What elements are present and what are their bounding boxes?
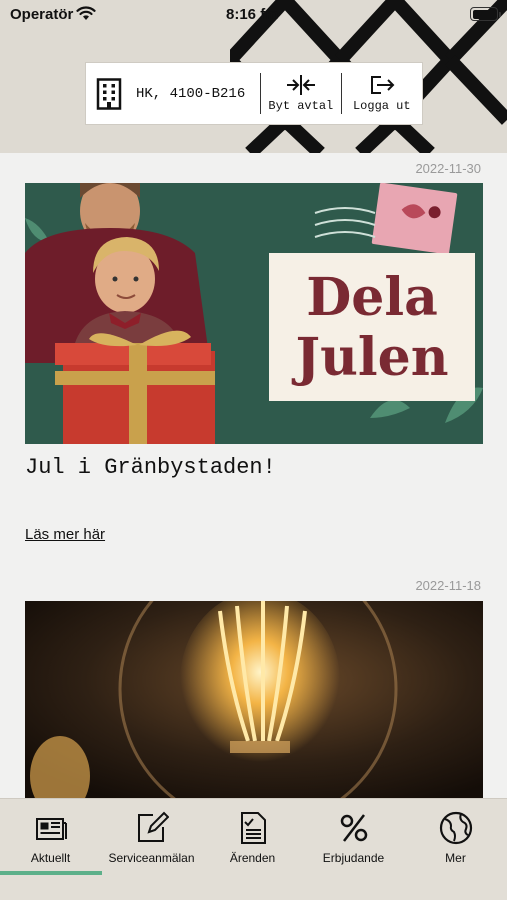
post-image[interactable]: Dela Julen	[25, 183, 483, 444]
post-image[interactable]	[25, 601, 483, 798]
tab-label: Ärenden	[229, 851, 276, 865]
tab-erbjudande[interactable]: Erbjudande	[303, 811, 404, 865]
switch-contract-button[interactable]: Byt avtal	[261, 73, 342, 114]
building-icon	[96, 77, 122, 110]
tab-serviceanmalan[interactable]: Serviceanmälan	[101, 811, 202, 865]
merge-arrows-icon	[286, 75, 315, 95]
tab-label: Aktuellt	[30, 851, 71, 865]
wifi-icon	[76, 6, 96, 20]
post-date: 2022-11-30	[415, 161, 481, 176]
account-card: HK, 4100-B216 Byt avtal Logga ut	[85, 62, 423, 125]
christmas-campaign-image: Dela Julen	[25, 183, 483, 444]
tab-aktuellt[interactable]: Aktuellt	[0, 811, 101, 865]
edit-icon	[137, 811, 169, 842]
account-info: HK, 4100-B216	[86, 73, 262, 114]
news-feed[interactable]: 2022-11-30 Dela Julen Jul i Gränbystaden…	[0, 153, 507, 798]
newspaper-icon	[35, 818, 67, 840]
carrier-label: Operatör	[10, 6, 74, 23]
contract-id: HK, 4100-B216	[136, 85, 246, 102]
tab-mer[interactable]: Mer	[405, 811, 506, 865]
switch-contract-label: Byt avtal	[268, 99, 334, 113]
read-more-link[interactable]: Läs mer här	[25, 526, 105, 543]
globe-icon	[439, 811, 472, 845]
logout-icon	[370, 76, 395, 94]
logout-label: Logga ut	[352, 99, 411, 113]
logout-button[interactable]: Logga ut	[342, 73, 422, 114]
image-text-line2: Julen	[291, 327, 448, 388]
post-date: 2022-11-18	[415, 578, 481, 593]
document-icon	[240, 812, 266, 844]
tab-label: Erbjudande	[322, 851, 385, 865]
tab-arenden[interactable]: Ärenden	[202, 811, 303, 865]
light-bulb-image	[25, 601, 483, 798]
tab-bar: Aktuellt Serviceanmälan Ärenden Erbjudan…	[0, 798, 507, 900]
percent-icon	[340, 814, 367, 842]
status-bar: Operatör 8:16 fm	[0, 0, 507, 30]
header: Operatör 8:16 fm HK, 4100-B216 Byt avtal…	[0, 0, 507, 153]
active-tab-indicator	[0, 871, 102, 875]
battery-icon	[470, 7, 501, 21]
clock-label: 8:16 fm	[226, 6, 279, 23]
tab-label: Serviceanmälan	[108, 851, 195, 865]
image-text-line1: Dela	[306, 267, 438, 328]
post-title: Jul i Gränbystaden!	[25, 455, 276, 480]
tab-label: Mer	[445, 851, 466, 865]
